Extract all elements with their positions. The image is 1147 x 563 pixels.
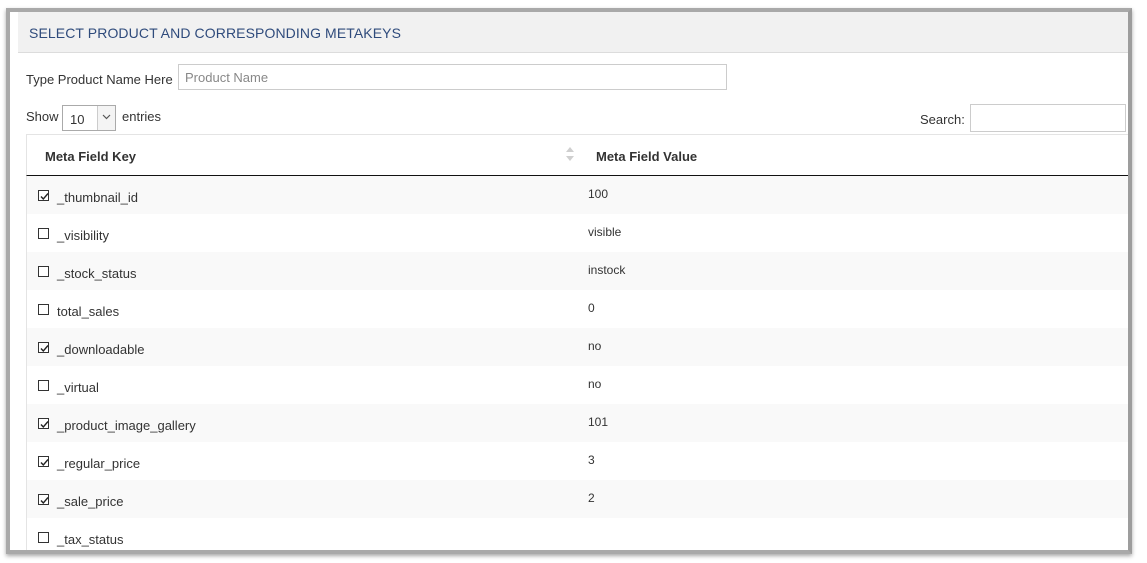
panel-header: SELECT PRODUCT AND CORRESPONDING METAKEY… — [18, 12, 1128, 53]
table-row: total_sales 0 — [26, 290, 1128, 328]
table-header: Meta Field Key Meta Field Value — [26, 134, 1128, 176]
checkbox-checked[interactable] — [38, 456, 49, 467]
checkmark-icon — [40, 497, 49, 505]
meta-field-key: _sale_price — [57, 494, 124, 509]
meta-field-value: 101 — [588, 415, 609, 429]
sort-icon[interactable] — [565, 146, 575, 162]
panel-title: SELECT PRODUCT AND CORRESPONDING METAKEY… — [29, 25, 402, 41]
meta-field-key: _downloadable — [57, 342, 145, 357]
metakeys-panel: SELECT PRODUCT AND CORRESPONDING METAKEY… — [6, 8, 1132, 554]
meta-field-value: 0 — [588, 301, 595, 315]
checkbox-unchecked[interactable] — [38, 228, 49, 239]
checkbox-unchecked[interactable] — [38, 304, 49, 315]
checkbox-checked[interactable] — [38, 342, 49, 353]
checkmark-icon — [40, 421, 49, 429]
entries-per-page-select[interactable]: 10 — [62, 105, 116, 131]
meta-field-key: _visibility — [57, 228, 110, 243]
column-header-meta-field-key[interactable]: Meta Field Key — [45, 149, 136, 164]
table-row: _stock_status instock — [26, 252, 1128, 290]
table-row: _thumbnail_id 100 — [26, 176, 1128, 214]
table-row: _regular_price 3 — [26, 442, 1128, 480]
checkbox-unchecked[interactable] — [38, 532, 49, 543]
table-row: _downloadable no — [26, 328, 1128, 366]
checkbox-checked[interactable] — [38, 418, 49, 429]
meta-field-value: 2 — [588, 491, 595, 505]
meta-field-key: _virtual — [57, 380, 99, 395]
table-body: _thumbnail_id 100 _visibility visible _stock… — [26, 176, 1128, 550]
meta-field-key: total_sales — [57, 304, 120, 319]
meta-field-value: 100 — [588, 187, 609, 201]
chevron-down-icon[interactable] — [97, 106, 115, 130]
checkmark-icon — [40, 459, 49, 467]
checkmark-icon — [40, 193, 49, 201]
show-label: Show — [26, 109, 59, 124]
meta-field-key: _product_image_gallery — [57, 418, 196, 433]
checkbox-unchecked[interactable] — [38, 380, 49, 391]
entries-per-page-value: 10 — [70, 112, 85, 127]
meta-field-key: _tax_status — [57, 532, 124, 547]
checkbox-checked[interactable] — [38, 190, 49, 201]
checkmark-icon — [40, 345, 49, 353]
product-name-input[interactable] — [178, 64, 727, 90]
meta-field-key: _thumbnail_id — [57, 190, 138, 205]
meta-field-key: _regular_price — [57, 456, 141, 471]
meta-field-key: _stock_status — [57, 266, 137, 281]
meta-field-value: no — [588, 377, 602, 391]
table-row: _visibility visible — [26, 214, 1128, 252]
table-row: _tax_status — [26, 518, 1128, 550]
table-row: _sale_price 2 — [26, 480, 1128, 518]
table-row: _virtual no — [26, 366, 1128, 404]
meta-field-value: no — [588, 339, 602, 353]
table-row: _product_image_gallery 101 — [26, 404, 1128, 442]
product-name-label: Type Product Name Here — [26, 72, 173, 87]
search-label: Search: — [920, 112, 965, 127]
checkbox-unchecked[interactable] — [38, 266, 49, 277]
search-input[interactable] — [970, 104, 1126, 132]
metakeys-table: Meta Field Key Meta Field Value _thumbna… — [26, 134, 1128, 550]
meta-field-value: 3 — [588, 453, 595, 467]
meta-field-value: instock — [588, 263, 626, 277]
entries-label: entries — [122, 109, 162, 124]
meta-field-value: visible — [588, 225, 622, 239]
checkbox-checked[interactable] — [38, 494, 49, 505]
column-header-meta-field-value[interactable]: Meta Field Value — [596, 149, 697, 164]
